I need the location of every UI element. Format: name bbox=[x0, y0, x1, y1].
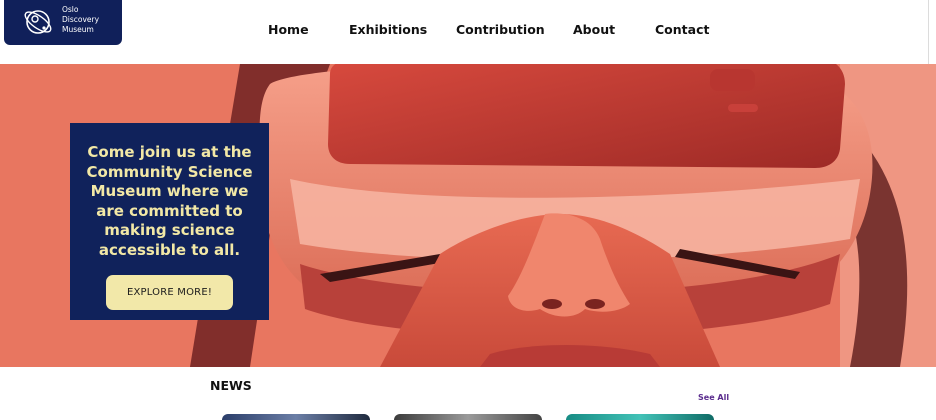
see-all-link[interactable]: See All bbox=[698, 393, 729, 402]
promo-text: Come join us at the Community Science Mu… bbox=[86, 143, 253, 259]
news-card-thumbnail[interactable] bbox=[394, 414, 542, 420]
promo-card: Come join us at the Community Science Mu… bbox=[70, 123, 269, 320]
explore-more-button[interactable]: EXPLORE MORE! bbox=[106, 275, 233, 310]
nav-contribution[interactable]: Contribution bbox=[456, 22, 545, 37]
nav-exhibitions[interactable]: Exhibitions bbox=[349, 22, 427, 37]
news-heading: NEWS bbox=[210, 378, 252, 393]
page-edge-divider bbox=[928, 0, 936, 64]
nav-about[interactable]: About bbox=[573, 22, 615, 37]
hero-banner: Come join us at the Community Science Mu… bbox=[0, 64, 936, 367]
logo-line: Oslo bbox=[62, 5, 79, 14]
main-nav: Home Exhibitions Contribution About Cont… bbox=[0, 22, 936, 40]
nav-contact[interactable]: Contact bbox=[655, 22, 709, 37]
nav-home[interactable]: Home bbox=[268, 22, 309, 37]
news-card-thumbnail[interactable] bbox=[566, 414, 714, 420]
site-header: Oslo Discovery Museum Home Exhibitions C… bbox=[0, 0, 936, 64]
news-card-thumbnail[interactable] bbox=[222, 414, 370, 420]
